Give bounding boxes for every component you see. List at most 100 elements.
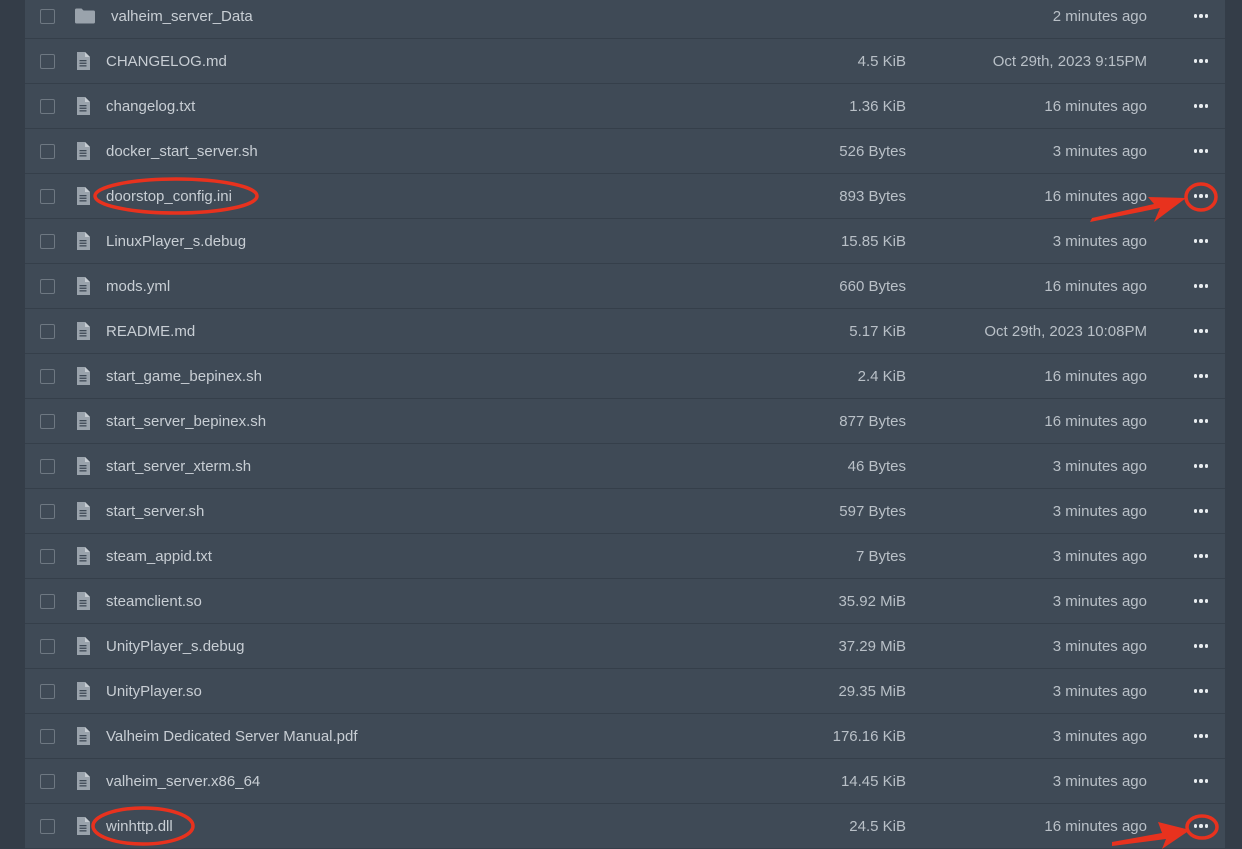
file-size: 37.29 MiB: [838, 638, 906, 655]
file-row[interactable]: UnityPlayer_s.debug 37.29 MiB 3 minutes ag…: [25, 624, 1225, 669]
more-options-button[interactable]: [1188, 591, 1214, 611]
more-options-button[interactable]: [1188, 681, 1214, 701]
row-select-checkbox[interactable]: [40, 684, 55, 699]
more-options-button[interactable]: [1188, 276, 1214, 296]
file-row[interactable]: LinuxPlayer_s.debug 15.85 KiB 3 minutes ag…: [25, 219, 1225, 264]
file-name[interactable]: valheim_server_Data: [111, 0, 253, 39]
file-name[interactable]: docker_start_server.sh: [106, 129, 258, 174]
file-icon: [76, 187, 90, 205]
file-name[interactable]: steam_appid.txt: [106, 534, 212, 579]
more-options-button[interactable]: [1188, 231, 1214, 251]
file-name[interactable]: UnityPlayer.so: [106, 669, 202, 714]
row-select-checkbox[interactable]: [40, 594, 55, 609]
file-icon: [76, 547, 90, 565]
row-select-checkbox[interactable]: [40, 324, 55, 339]
more-options-button[interactable]: [1188, 141, 1214, 161]
row-select-checkbox[interactable]: [40, 504, 55, 519]
file-modified-date: 16 minutes ago: [1044, 368, 1147, 385]
row-select-checkbox[interactable]: [40, 144, 55, 159]
file-name[interactable]: steamclient.so: [106, 579, 202, 624]
row-select-checkbox[interactable]: [40, 54, 55, 69]
file-name[interactable]: LinuxPlayer_s.debug: [106, 219, 246, 264]
file-name[interactable]: mods.yml: [106, 264, 170, 309]
more-horizontal-icon: [1193, 374, 1209, 378]
file-row[interactable]: winhttp.dll 24.5 KiB 16 minutes ago: [25, 804, 1225, 849]
more-horizontal-icon: [1193, 599, 1209, 603]
more-options-button[interactable]: [1188, 636, 1214, 656]
more-options-button[interactable]: [1188, 321, 1214, 341]
file-row[interactable]: docker_start_server.sh 526 Bytes 3 minutes…: [25, 129, 1225, 174]
file-row[interactable]: steamclient.so 35.92 MiB 3 minutes ago: [25, 579, 1225, 624]
more-options-button[interactable]: [1188, 411, 1214, 431]
file-name[interactable]: README.md: [106, 309, 195, 354]
more-horizontal-icon: [1193, 644, 1209, 648]
more-options-button[interactable]: [1188, 51, 1214, 71]
more-options-button[interactable]: [1188, 96, 1214, 116]
file-row[interactable]: doorstop_config.ini 893 Bytes 16 minutes a…: [25, 174, 1225, 219]
row-select-checkbox[interactable]: [40, 819, 55, 834]
file-list: valheim_server_Data 2 minutes ago CHANGELO…: [25, 0, 1225, 849]
file-icon: [76, 142, 90, 160]
file-row[interactable]: start_server_bepinex.sh 877 Bytes 16 minut…: [25, 399, 1225, 444]
more-options-button[interactable]: [1188, 366, 1214, 386]
file-row[interactable]: start_server_xterm.sh 46 Bytes 3 minutes a…: [25, 444, 1225, 489]
file-name[interactable]: start_server.sh: [106, 489, 204, 534]
file-row[interactable]: UnityPlayer.so 29.35 MiB 3 minutes ago: [25, 669, 1225, 714]
row-select-checkbox[interactable]: [40, 279, 55, 294]
file-icon: [76, 412, 90, 430]
row-select-checkbox[interactable]: [40, 234, 55, 249]
file-row[interactable]: start_game_bepinex.sh 2.4 KiB 16 minutes a…: [25, 354, 1225, 399]
file-name[interactable]: changelog.txt: [106, 84, 195, 129]
more-options-button[interactable]: [1188, 186, 1214, 206]
row-select-checkbox[interactable]: [40, 774, 55, 789]
row-select-checkbox[interactable]: [40, 189, 55, 204]
file-row[interactable]: README.md 5.17 KiB Oct 29th, 2023 10:08PM: [25, 309, 1225, 354]
more-options-button[interactable]: [1188, 546, 1214, 566]
file-row[interactable]: CHANGELOG.md 4.5 KiB Oct 29th, 2023 9:15PM: [25, 39, 1225, 84]
more-options-button[interactable]: [1188, 771, 1214, 791]
more-options-button[interactable]: [1188, 501, 1214, 521]
file-name[interactable]: start_game_bepinex.sh: [106, 354, 262, 399]
file-size: 5.17 KiB: [849, 323, 906, 340]
file-name[interactable]: CHANGELOG.md: [106, 39, 227, 84]
more-options-button[interactable]: [1188, 816, 1214, 836]
row-select-checkbox[interactable]: [40, 729, 55, 744]
file-name[interactable]: start_server_bepinex.sh: [106, 399, 266, 444]
more-horizontal-icon: [1193, 329, 1209, 333]
file-row[interactable]: start_server.sh 597 Bytes 3 minutes ago: [25, 489, 1225, 534]
more-horizontal-icon: [1193, 104, 1209, 108]
file-name[interactable]: winhttp.dll: [106, 804, 173, 849]
file-size: 877 Bytes: [839, 413, 906, 430]
row-select-checkbox[interactable]: [40, 99, 55, 114]
more-horizontal-icon: [1193, 149, 1209, 153]
more-horizontal-icon: [1193, 689, 1209, 693]
file-row[interactable]: mods.yml 660 Bytes 16 minutes ago: [25, 264, 1225, 309]
file-row[interactable]: steam_appid.txt 7 Bytes 3 minutes ago: [25, 534, 1225, 579]
file-size: 526 Bytes: [839, 143, 906, 160]
folder-icon: [75, 8, 95, 26]
file-modified-date: 2 minutes ago: [1052, 8, 1147, 25]
folder-row[interactable]: valheim_server_Data 2 minutes ago: [25, 0, 1225, 39]
file-name[interactable]: start_server_xterm.sh: [106, 444, 251, 489]
file-icon: [76, 97, 90, 115]
file-modified-date: 3 minutes ago: [1052, 143, 1147, 160]
file-modified-date: 3 minutes ago: [1052, 548, 1147, 565]
file-name[interactable]: doorstop_config.ini: [106, 174, 232, 219]
file-name[interactable]: UnityPlayer_s.debug: [106, 624, 244, 669]
row-select-checkbox[interactable]: [40, 549, 55, 564]
more-options-button[interactable]: [1188, 726, 1214, 746]
more-horizontal-icon: [1193, 779, 1209, 783]
more-horizontal-icon: [1193, 464, 1209, 468]
row-select-checkbox[interactable]: [40, 639, 55, 654]
file-row[interactable]: Valheim Dedicated Server Manual.pdf 176.1…: [25, 714, 1225, 759]
row-select-checkbox[interactable]: [40, 459, 55, 474]
file-name[interactable]: valheim_server.x86_64: [106, 759, 260, 804]
file-row[interactable]: changelog.txt 1.36 KiB 16 minutes ago: [25, 84, 1225, 129]
row-select-checkbox[interactable]: [40, 414, 55, 429]
more-options-button[interactable]: [1188, 456, 1214, 476]
more-options-button[interactable]: [1188, 6, 1214, 26]
file-name[interactable]: Valheim Dedicated Server Manual.pdf: [106, 714, 358, 759]
file-row[interactable]: valheim_server.x86_64 14.45 KiB 3 minutes …: [25, 759, 1225, 804]
row-select-checkbox[interactable]: [40, 9, 55, 24]
row-select-checkbox[interactable]: [40, 369, 55, 384]
